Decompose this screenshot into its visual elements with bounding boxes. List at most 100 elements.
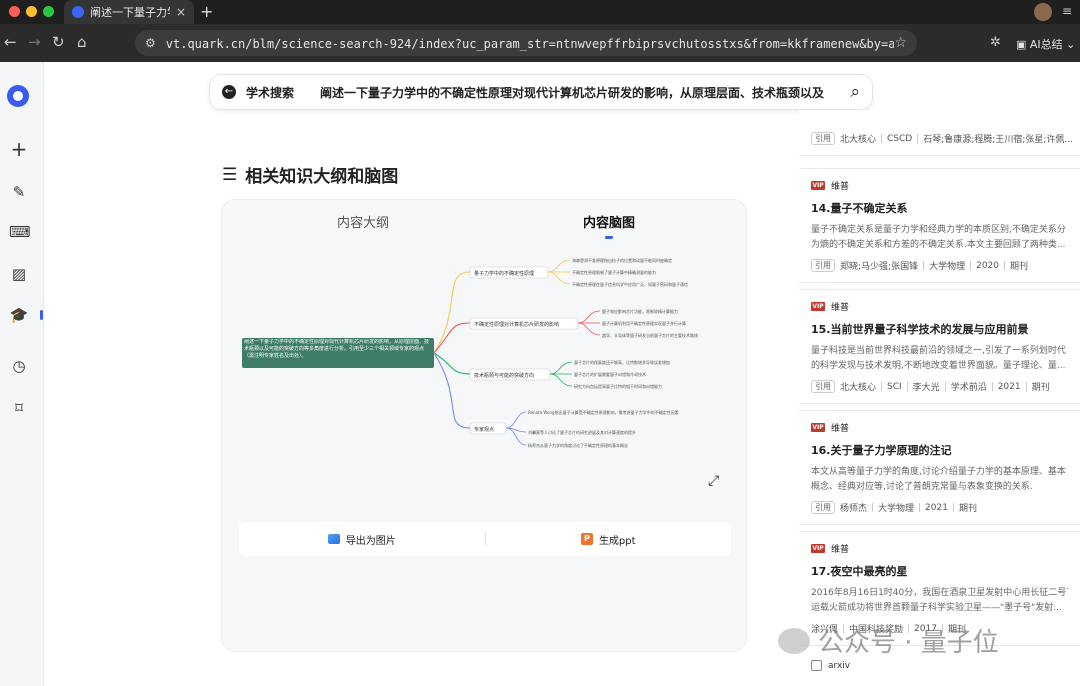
- meta-item: 北大核心: [840, 383, 877, 393]
- quark-logo-icon[interactable]: [7, 85, 29, 107]
- outline-list-icon: ☰: [222, 164, 238, 185]
- branch-connector-3: [433, 352, 471, 375]
- source-name: 维普: [831, 303, 850, 313]
- weipu-logo-icon: VIP: [811, 423, 825, 432]
- cite-badge[interactable]: 引用: [811, 132, 835, 145]
- image-export-icon: [327, 534, 340, 544]
- leaf-2-3: 超导、半导体等量子研发当前量子芯片的主要技术路线: [602, 332, 698, 338]
- terminal-icon[interactable]: ⌨: [9, 223, 31, 241]
- branch-connector-1: [433, 271, 471, 354]
- section-heading: ☰ 相关知识大纲和脑图: [222, 162, 399, 188]
- leaf-connector-2-3: [577, 322, 601, 336]
- result-card-partial[interactable]: 引用 北大核心 CSCD 石琴;鲁康源;程腾;王川宿;张星;许佩...: [799, 110, 1080, 156]
- result-meta: 引用 郑晓;马少强;张国锋 大学物理 2020 期刊: [811, 259, 1068, 272]
- leaf-3-2: 量子芯片的扩展需要量子纠错和冷却技术: [574, 371, 646, 377]
- academic-search-bar[interactable]: ← 学术搜索 阐述一下量子力学中的不确定性原理对现代计算机芯片研发的影响，从原理…: [209, 74, 873, 110]
- meta-divider: [1025, 382, 1027, 391]
- cite-badge[interactable]: 引用: [811, 380, 835, 393]
- meta-divider: [944, 382, 946, 391]
- tab-outline[interactable]: 内容大纲: [337, 212, 389, 231]
- close-window-button[interactable]: [9, 6, 20, 17]
- section-title: 相关知识大纲和脑图: [245, 167, 399, 187]
- cite-badge[interactable]: 引用: [811, 259, 835, 272]
- result-desc-line: 运载火箭成功将世界首颗量子科学实验卫星——"墨子号"发射...: [811, 603, 1062, 613]
- meta-item: 李大光: [912, 383, 940, 393]
- url-text[interactable]: vt.quark.cn/blm/science-search-924/index…: [166, 35, 895, 52]
- mindmap-root-text: 阐述一下量子力学中的不确定性原理对现代计算机芯片研发的影响，从原理层面、技术瓶颈…: [244, 339, 430, 359]
- tab-mindmap[interactable]: 内容脑图: [583, 212, 635, 231]
- leaf-connector-3-1: [549, 361, 573, 375]
- leaf-3-3: 研究方向包括提高量子比特的相干时间和纠错能力: [574, 383, 662, 389]
- export-image-label: 导出为图片: [345, 535, 396, 547]
- plus-icon[interactable]: +: [9, 137, 29, 161]
- meta-divider: [881, 382, 883, 391]
- back-circle-icon[interactable]: ←: [222, 85, 236, 99]
- minimize-window-button[interactable]: [26, 6, 37, 17]
- profile-avatar[interactable]: [1034, 3, 1052, 21]
- bookmark-add-icon[interactable]: ⌑: [9, 399, 29, 417]
- meta-item: CSCD: [887, 133, 913, 144]
- result-title[interactable]: 14.量子不确定关系: [811, 200, 1068, 216]
- meta-divider: [919, 503, 921, 512]
- result-desc-line: 的科学发现与技术发明,不断地改变着世界面貌。量子理论、量...: [811, 361, 1066, 371]
- result-source: VIP 维普: [811, 421, 1068, 434]
- meta-divider: [872, 503, 874, 512]
- tab-title: 阐述一下量子力学: [90, 6, 170, 19]
- browser-tab-bar: 阐述一下量子力学 × + ≡: [0, 0, 1080, 24]
- leaf-connector-1-3: [547, 271, 571, 285]
- meta-item: 期刊: [1010, 262, 1029, 272]
- site-settings-icon[interactable]: ⚙: [145, 36, 156, 50]
- tab-close-icon[interactable]: ×: [176, 5, 186, 19]
- search-query-text[interactable]: 阐述一下量子力学中的不确定性原理对现代计算机芯片研发的影响，从原理层面、技术瓶颈…: [320, 84, 840, 101]
- result-source: VIP 维普: [811, 179, 1068, 192]
- forward-arrow-icon[interactable]: →: [28, 33, 41, 51]
- weipu-logo-icon: VIP: [811, 302, 825, 311]
- reload-icon[interactable]: ↻: [52, 33, 65, 51]
- meta-item: SCI: [887, 381, 902, 392]
- arxiv-logo-icon: [811, 660, 822, 671]
- result-title[interactable]: 17.夜空中最亮的星: [811, 563, 1068, 579]
- result-card[interactable]: VIP 维普 16.关于量子力学原理的注记 本文从高等量子力学的角度,讨论介绍量…: [799, 410, 1080, 525]
- academic-cap-icon[interactable]: 🎓: [9, 306, 29, 324]
- generate-ppt-button[interactable]: P 生成ppt: [486, 522, 732, 556]
- new-tab-button[interactable]: +: [200, 2, 213, 21]
- back-arrow-icon[interactable]: ←: [4, 33, 17, 51]
- meta-divider: [991, 382, 993, 391]
- meta-divider: [1004, 261, 1005, 270]
- leaf-1-1: 海森堡测不准原理指出粒子的位置和动量不能同时被确定: [572, 257, 672, 263]
- extensions-icon[interactable]: ✲: [990, 35, 1001, 50]
- result-desc-line: 2016年8月16日1时40分，我国在酒泉卫星发射中心用长征二号丁: [811, 588, 1068, 598]
- ai-summary-button[interactable]: ▣ AI总结 ⌄: [1016, 36, 1075, 52]
- branch-connector-4: [433, 352, 471, 429]
- export-image-button[interactable]: 导出为图片: [239, 522, 485, 556]
- image-icon[interactable]: ▨: [9, 265, 29, 283]
- meta-item: 期刊: [1031, 383, 1050, 393]
- result-card[interactable]: VIP 维普 14.量子不确定关系 量子不确定关系是量子力学和经典力学的本质区别…: [799, 168, 1080, 283]
- history-clock-icon[interactable]: ◷: [9, 357, 29, 375]
- result-title[interactable]: 15.当前世界量子科学技术的发展与应用前景: [811, 321, 1068, 337]
- leaf-connector-4-3: [505, 427, 527, 446]
- search-icon[interactable]: ⌕: [850, 82, 860, 102]
- zoom-window-button[interactable]: [43, 6, 54, 17]
- url-bar[interactable]: ⚙ vt.quark.cn/blm/science-search-924/ind…: [135, 30, 917, 56]
- result-desc-line: 概念、经典对应等,讨论了普朗克常量与表象变换的关系.: [811, 482, 1033, 492]
- leaf-connector-2-1: [577, 310, 601, 324]
- bookmark-star-icon[interactable]: ☆: [894, 35, 907, 51]
- home-icon[interactable]: ⌂: [77, 33, 87, 51]
- meta-divider: [952, 503, 954, 512]
- result-card[interactable]: VIP 维普 15.当前世界量子科学技术的发展与应用前景 量子科技是当前世界科技…: [799, 289, 1080, 404]
- leaf-1-2: 不确定性原理限制了量子计算中精确测量的能力: [572, 269, 656, 275]
- result-desc-line: 本文从高等量子力学的角度,讨论介绍量子力学的基本原理、基本: [811, 467, 1066, 477]
- pen-icon[interactable]: ✎: [9, 183, 29, 201]
- menu-icon[interactable]: ≡: [1062, 4, 1072, 18]
- branch-label-1: 量子力学中的不确定性原理: [474, 270, 534, 277]
- result-title[interactable]: 16.关于量子力学原理的注记: [811, 442, 1068, 458]
- cite-badge[interactable]: 引用: [811, 501, 835, 514]
- browser-tab[interactable]: 阐述一下量子力学 ×: [64, 0, 194, 24]
- meta-divider: [923, 261, 925, 270]
- meta-divider: [906, 382, 908, 391]
- result-desc-line: 量子不确定关系是量子力学和经典力学的本质区别,不确定关系分: [811, 225, 1066, 235]
- result-source: VIP 维普: [811, 542, 1068, 555]
- meta-item: 2021: [925, 502, 948, 513]
- fullscreen-expand-icon[interactable]: ⤢: [708, 473, 719, 489]
